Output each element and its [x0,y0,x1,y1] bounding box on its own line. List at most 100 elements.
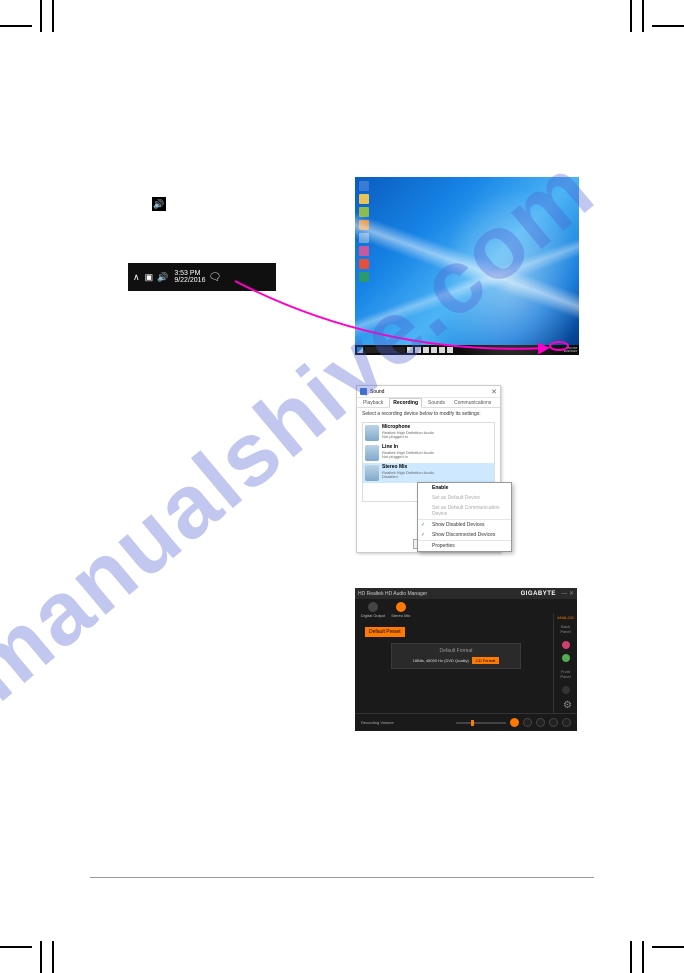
tab-playback[interactable]: Playback [360,399,386,407]
format-value: 16Bits, 48000 Hz (DVD Quality) [413,658,469,663]
titlebar[interactable]: Sound ✕ [357,386,500,398]
desktop-screenshot: 3:53 PM 9/22/2016 [355,177,579,355]
tab-digital-output[interactable]: Digital Output [361,602,385,618]
tray-clock[interactable]: 3:53 PM 9/22/2016 [174,270,205,284]
tab-communications[interactable]: Communications [451,399,494,407]
tab-label: Digital Output [361,613,385,618]
start-button[interactable] [357,347,363,353]
jack-icon[interactable] [562,641,570,649]
taskview-icon[interactable] [407,347,413,353]
volume-slider[interactable] [456,722,506,724]
action-center-icon[interactable]: 🗨 [208,272,221,283]
device-item-selected[interactable]: Stereo Mix Realtek High Definition Audio… [363,463,494,483]
pinned-app-icon[interactable] [423,347,429,353]
stereo-mix-icon [365,465,379,481]
close-icon[interactable]: ✕ [491,388,497,396]
system-tray: ∧ ▣ 🔊 3:53 PM 9/22/2016 🗨 [128,263,276,291]
crop-mark [630,941,632,973]
nav-dot[interactable] [523,718,532,727]
crop-mark [630,0,632,32]
microphone-icon [365,425,379,441]
desktop-icon[interactable] [359,207,369,217]
titlebar[interactable]: HD Realtek HD Audio Manager GIGABYTE — ✕ [355,588,577,599]
crop-mark [40,941,42,973]
desktop-icon[interactable] [359,246,369,256]
pinned-app-icon[interactable] [431,347,437,353]
side-panel: ANALOG Back Panel Front Panel ⚙ [553,613,577,713]
tray-date: 9/22/2016 [174,277,205,284]
brand-label: GIGABYTE [521,591,556,597]
line-in-icon [365,445,379,461]
tab-stereo-mix[interactable]: Stereo Mix [391,602,410,618]
desktop-icon[interactable] [359,220,369,230]
search-box[interactable] [365,347,405,353]
pinned-app-icon[interactable] [447,347,453,353]
taskbar-date: 9/22/2016 [564,350,577,353]
tab-strip: Playback Recording Sounds Communications [357,398,500,408]
device-item[interactable]: Microphone Realtek High Definition Audio… [363,423,494,443]
dialog-title: Sound [370,389,384,395]
cd-format-button[interactable]: CD Format [472,657,500,664]
panel-header: Default Format [396,648,516,654]
realtek-window: HD Realtek HD Audio Manager GIGABYTE — ✕… [355,588,577,731]
front-panel-label: Front Panel [554,667,577,681]
crop-mark [652,25,684,27]
desktop-icons [359,181,369,282]
tab-label: Stereo Mix [391,613,410,618]
crop-mark [40,0,42,32]
crop-mark [52,0,54,32]
menu-enable[interactable]: Enable [418,483,511,493]
menu-set-default[interactable]: Set as Default Device [418,493,511,503]
sound-dialog: Sound ✕ Playback Recording Sounds Commun… [356,385,501,553]
desktop-icon[interactable] [359,233,369,243]
device-status: Disabled [382,475,492,479]
tab-recording[interactable]: Recording [389,398,422,408]
context-menu: Enable Set as Default Device Set as Defa… [417,482,512,552]
crop-mark [52,941,54,973]
pinned-app-icon[interactable] [439,347,445,353]
menu-show-disconnected[interactable]: Show Disconnected Devices [418,530,511,540]
tray-overflow-icon[interactable]: ∧ [133,272,140,283]
recording-volume-label: Recording Volume [361,720,394,725]
taskbar[interactable]: 3:53 PM 9/22/2016 [355,345,579,355]
instruction-text: Select a recording device below to modif… [357,408,500,420]
tray-time: 3:53 PM [174,270,205,277]
page-divider [90,877,594,878]
pinned-app-icon[interactable] [415,347,421,353]
analog-label: ANALOG [554,613,577,622]
crop-mark [0,946,32,948]
nav-dot[interactable] [536,718,545,727]
default-preset-button[interactable]: Default Preset [365,627,405,637]
nav-dot[interactable] [549,718,558,727]
desktop-icon[interactable] [359,181,369,191]
menu-properties[interactable]: Properties [418,541,511,551]
jack-icon[interactable] [562,654,570,662]
crop-mark [642,941,644,973]
device-item[interactable]: Line In Realtek High Definition Audio No… [363,443,494,463]
format-panel: Default Format 16Bits, 48000 Hz (DVD Qua… [391,643,521,669]
crop-mark [0,25,32,27]
desktop-icon[interactable] [359,272,369,282]
menu-show-disabled[interactable]: Show Disabled Devices [418,520,511,530]
output-tabs: Digital Output Stereo Mix [355,599,577,621]
speaker-icon: 🔊 [152,197,166,211]
highlight-circle [549,341,569,351]
menu-set-comm[interactable]: Set as Default Communication Device [418,503,511,519]
sound-icon [360,388,367,395]
back-panel-label: Back Panel [554,622,577,636]
network-icon[interactable]: ▣ [145,272,154,283]
crop-mark [642,0,644,32]
device-status: Not plugged in [382,455,492,459]
tab-sounds[interactable]: Sounds [425,399,448,407]
device-status: Not plugged in [382,435,492,439]
gear-icon[interactable]: ⚙ [563,700,572,711]
nav-dot[interactable] [562,718,571,727]
window-title: HD Realtek HD Audio Manager [358,591,427,597]
nav-dot[interactable] [510,718,519,727]
bottom-bar: Recording Volume [355,713,577,731]
jack-icon[interactable] [562,686,570,694]
desktop-icon[interactable] [359,194,369,204]
crop-mark [652,946,684,948]
desktop-icon[interactable] [359,259,369,269]
volume-icon[interactable]: 🔊 [157,272,168,283]
